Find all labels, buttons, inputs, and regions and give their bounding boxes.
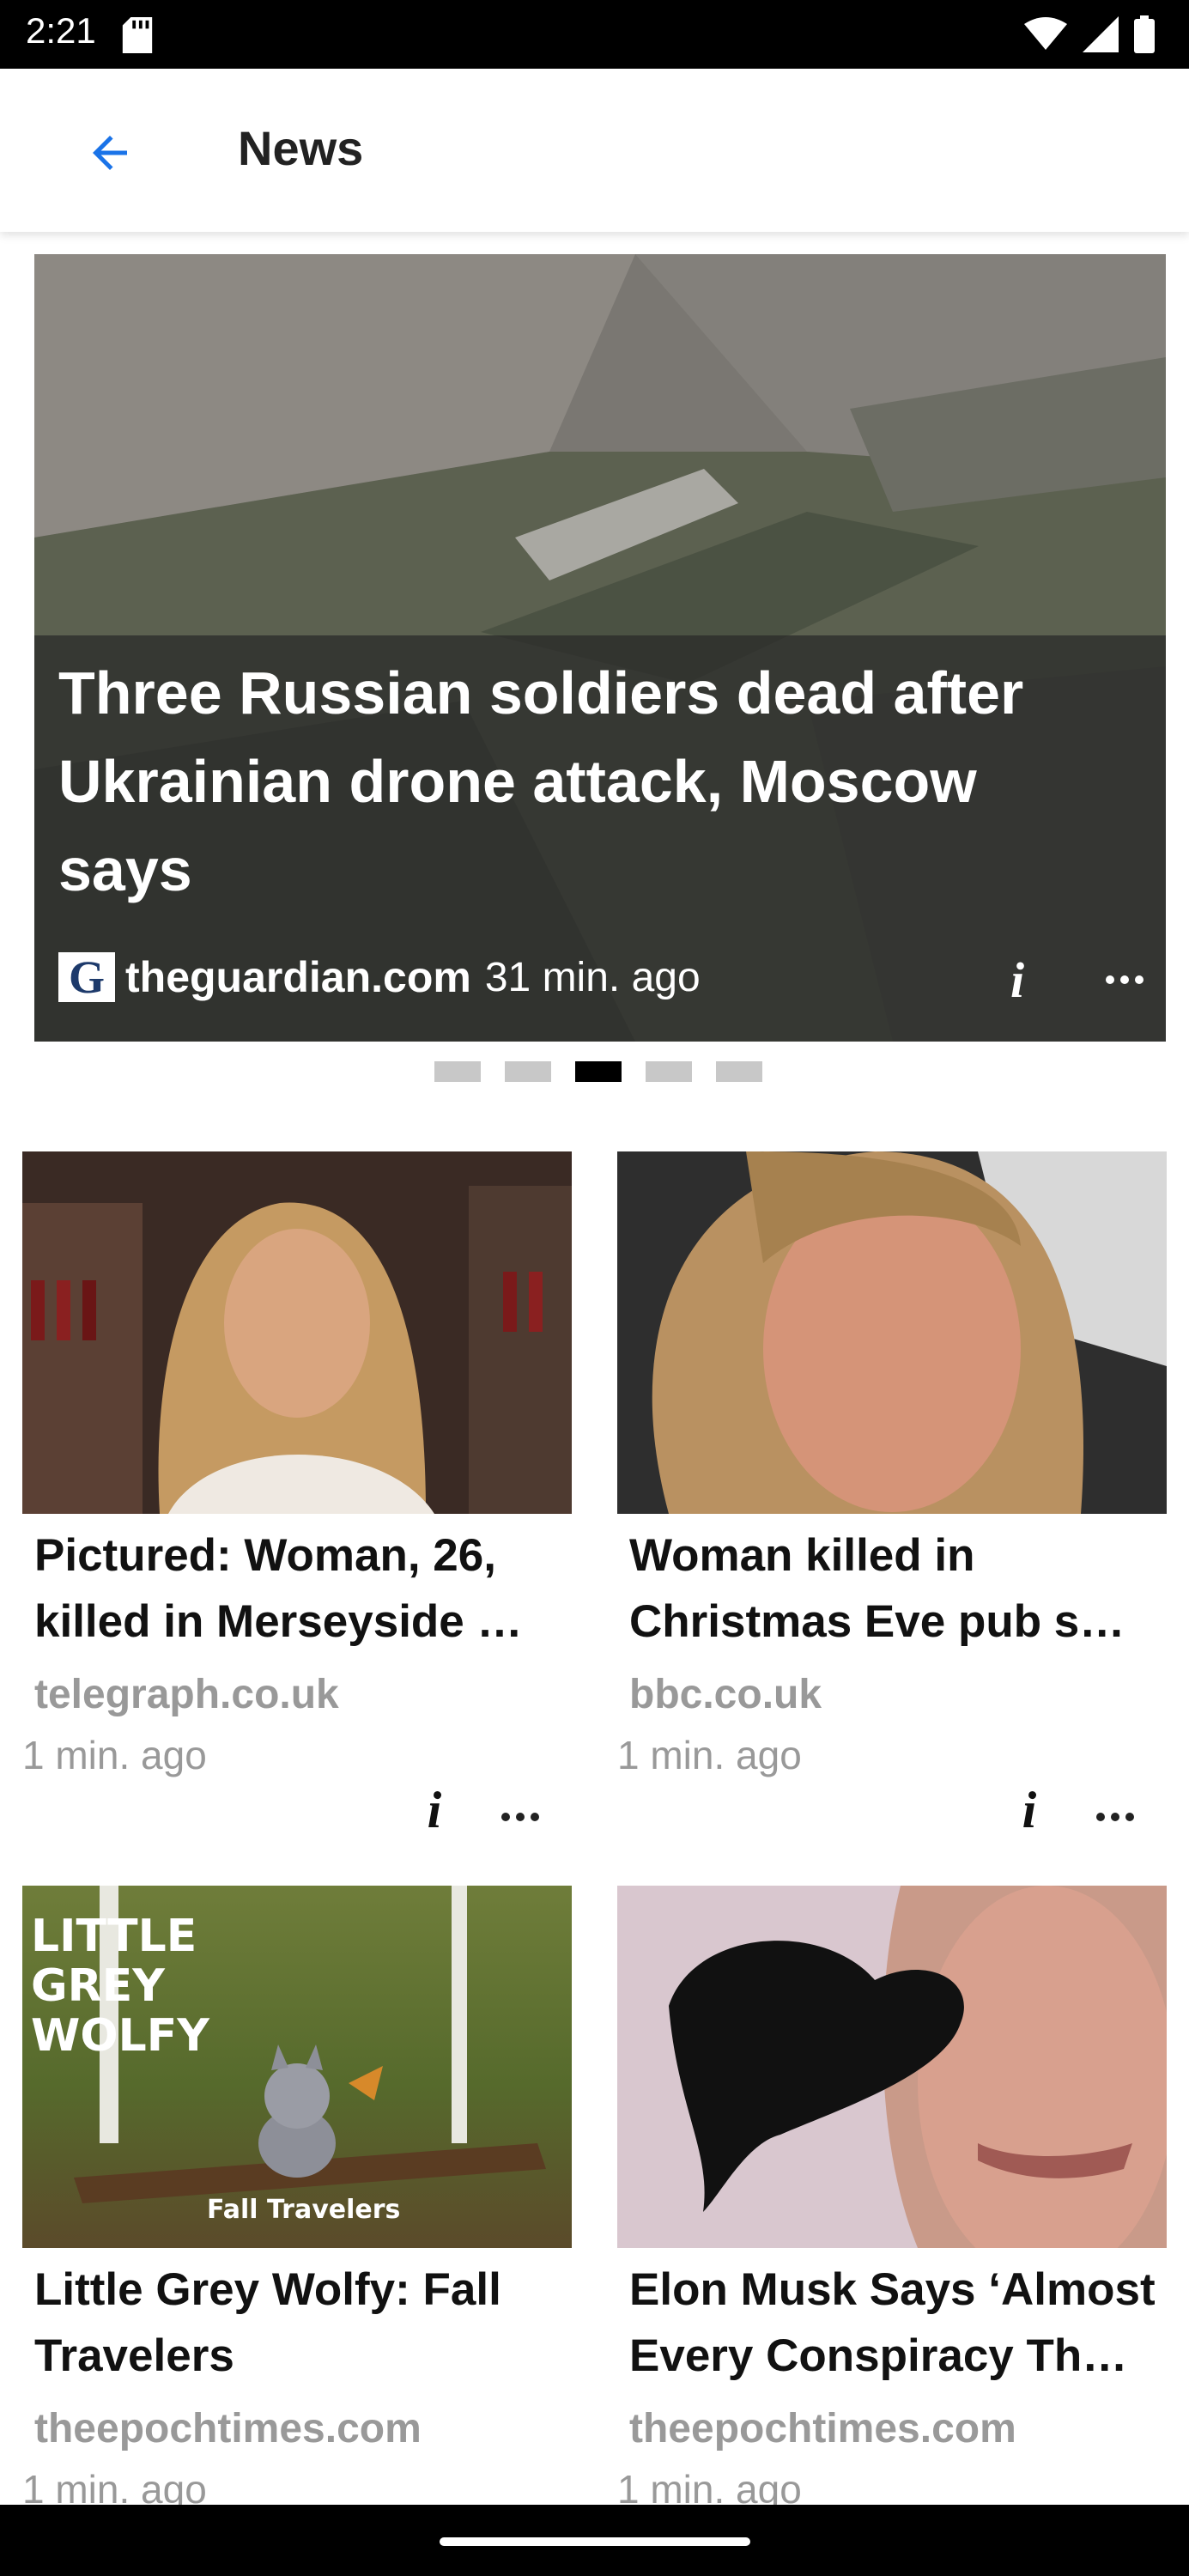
card-time: 1 min. ago	[617, 2467, 802, 2505]
news-card[interactable]: Woman killed in Christmas Eve pub s… bbc…	[617, 1151, 1167, 1864]
arrow-left-icon	[93, 136, 127, 170]
card-image-caption-bottom: Fall Travelers	[207, 2195, 401, 2225]
card-time: 1 min. ago	[22, 1733, 207, 1777]
wifi-icon	[1024, 17, 1067, 50]
status-time: 2:21	[26, 10, 96, 51]
pager-dot-1[interactable]	[434, 1061, 481, 1082]
card-image-caption-top: LITTLE GREY WOLFY	[31, 1911, 209, 2062]
card-time: 1 min. ago	[617, 1733, 802, 1777]
carousel-pager	[434, 1061, 762, 1082]
info-icon[interactable]: i	[1008, 1782, 1051, 1838]
card-source[interactable]: theepochtimes.com	[629, 2405, 1016, 2452]
more-horizontal-icon[interactable]	[1085, 1791, 1145, 1843]
card-source[interactable]: bbc.co.uk	[629, 1671, 822, 1718]
info-icon[interactable]: i	[413, 1782, 456, 1838]
info-icon[interactable]: i	[996, 952, 1039, 1008]
app-bar: News	[0, 69, 1189, 232]
back-button[interactable]	[76, 118, 144, 187]
pager-dot-5[interactable]	[716, 1061, 762, 1082]
news-card[interactable]: Pictured: Woman, 26, killed in Merseysid…	[22, 1151, 572, 1864]
card-image	[617, 1886, 1167, 2248]
card-title[interactable]: Woman killed in Christmas Eve pub s…	[629, 1522, 1162, 1655]
card-image	[22, 1151, 572, 1514]
signal-icon	[1083, 16, 1119, 52]
page-title: News	[238, 121, 364, 175]
sd-card-icon	[122, 17, 153, 53]
hero-source[interactable]: theguardian.com	[125, 952, 471, 1002]
status-bar: 2:21	[0, 0, 1189, 69]
status-icons	[1024, 15, 1155, 53]
card-title[interactable]: Elon Musk Says ‘Almost Every Conspiracy …	[629, 2257, 1162, 2389]
system-nav-bar	[0, 2505, 1189, 2576]
news-card[interactable]: LITTLE GREY WOLFY Fall Travelers Little …	[22, 1886, 572, 2505]
card-title[interactable]: Pictured: Woman, 26, killed in Merseysid…	[34, 1522, 567, 1655]
battery-icon	[1134, 15, 1155, 53]
card-time: 1 min. ago	[22, 2467, 207, 2505]
pager-dot-2[interactable]	[505, 1061, 551, 1082]
card-source[interactable]: theepochtimes.com	[34, 2405, 422, 2452]
guardian-logo-icon: G	[58, 951, 115, 1003]
card-image: LITTLE GREY WOLFY Fall Travelers	[22, 1886, 572, 2248]
home-gesture-handle[interactable]	[440, 2537, 750, 2546]
news-card[interactable]: Elon Musk Says ‘Almost Every Conspiracy …	[617, 1886, 1167, 2505]
hero-title[interactable]: Three Russian soldiers dead after Ukrain…	[58, 649, 1123, 914]
hero-time: 31 min. ago	[484, 954, 701, 1000]
pager-dot-4[interactable]	[646, 1061, 692, 1082]
card-image	[617, 1151, 1167, 1514]
more-horizontal-icon[interactable]	[1095, 954, 1155, 1005]
pager-dot-3-active[interactable]	[575, 1061, 622, 1082]
hero-meta: G theguardian.com 31 min. ago	[58, 950, 701, 1005]
card-title[interactable]: Little Grey Wolfy: Fall Travelers	[34, 2257, 567, 2389]
hero-article[interactable]: Three Russian soldiers dead after Ukrain…	[34, 254, 1166, 1042]
more-horizontal-icon[interactable]	[490, 1791, 550, 1843]
card-source[interactable]: telegraph.co.uk	[34, 1671, 339, 1718]
